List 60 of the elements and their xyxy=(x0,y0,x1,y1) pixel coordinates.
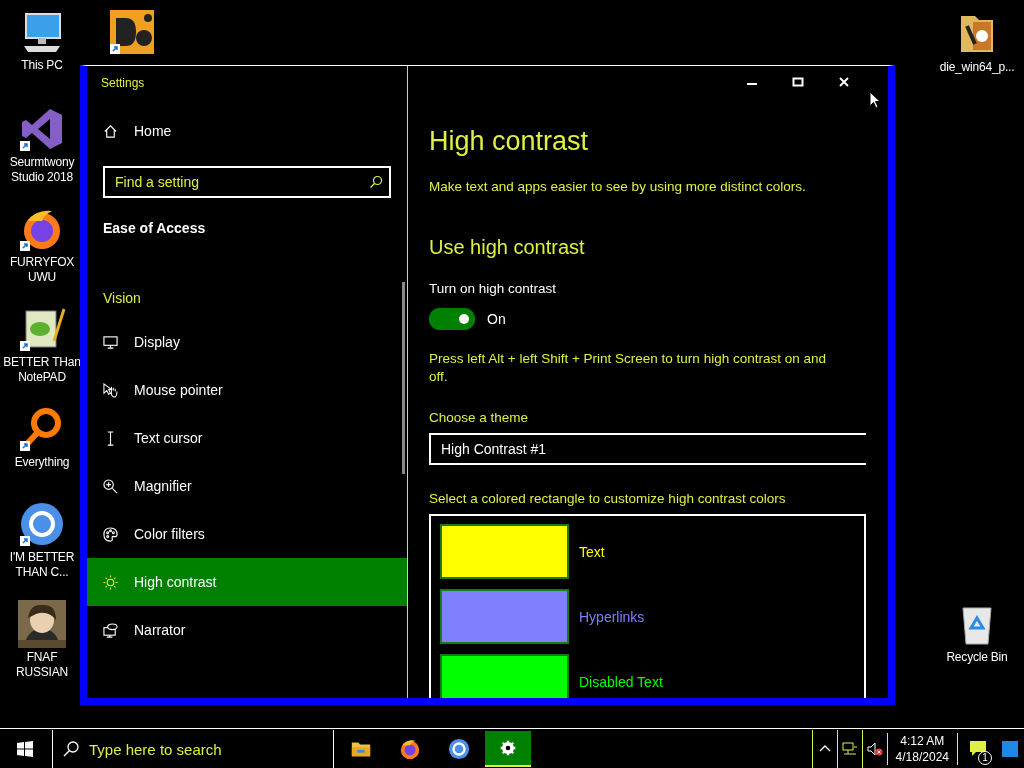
theme-label: Choose a theme xyxy=(429,410,530,425)
search-icon xyxy=(369,175,383,189)
swatch-label: Text xyxy=(579,543,605,560)
swatch-label: Hyperlinks xyxy=(579,608,645,625)
scrollbar[interactable] xyxy=(402,282,405,474)
color-swatch[interactable] xyxy=(440,524,569,579)
notification-icon[interactable] xyxy=(968,739,988,759)
swatch-label: Disabled Text xyxy=(579,673,663,690)
browser-icon xyxy=(448,738,470,760)
close-icon[interactable] xyxy=(838,76,850,88)
icon-label: FURRYFOX UWU xyxy=(8,255,76,285)
pointer-icon xyxy=(869,91,881,109)
search-field[interactable]: Find a setting xyxy=(103,166,391,198)
toggle-state: On xyxy=(487,311,506,327)
hand-pointer-icon xyxy=(103,382,118,398)
icon-label: die_win64_p... xyxy=(939,60,1015,75)
nav-item[interactable]: Text cursor xyxy=(87,414,407,462)
nav-item[interactable]: Narrator xyxy=(87,606,407,654)
toggle-switch[interactable] xyxy=(429,308,475,330)
section-heading: Use high contrast xyxy=(429,236,586,259)
taskbar-search-field[interactable]: Type here to search xyxy=(89,740,333,758)
monitor-icon xyxy=(103,334,118,350)
theme-dropdown[interactable]: High Contrast #1 xyxy=(429,433,866,465)
nav-item[interactable]: Mouse pointer xyxy=(87,366,407,414)
icon-label: Recycle Bin xyxy=(946,650,1008,665)
icon-label: This PC xyxy=(21,58,63,73)
browser-icon xyxy=(399,738,421,760)
nav-item[interactable]: High contrast xyxy=(87,558,407,606)
magnifier-icon xyxy=(103,478,118,494)
description: Make text and apps easier to see by using more distinct colors. xyxy=(429,179,807,194)
search-icon xyxy=(63,741,79,757)
browser-icon[interactable] xyxy=(18,500,66,548)
section-heading: Ease of Access xyxy=(102,219,207,238)
icon-label: I'M BETTER THAN C... xyxy=(8,550,76,580)
start-icon[interactable] xyxy=(17,741,33,757)
toggle-label: Turn on high contrast xyxy=(429,281,558,296)
monitor-speech-icon xyxy=(103,622,118,638)
window-title: Settings xyxy=(100,75,146,92)
home-icon xyxy=(103,123,118,139)
group-heading: Vision xyxy=(102,289,142,308)
notification-count: 1 xyxy=(978,751,992,765)
icon-label: FNAF RUSSIAN xyxy=(15,650,69,680)
app-icon[interactable] xyxy=(108,8,156,56)
shortcut-hint: Press left Alt + left Shift + Print Screen to turn high contrast on and off. xyxy=(429,350,827,386)
color-swatch[interactable] xyxy=(440,589,569,644)
clock-date[interactable]: 4/18/2024 xyxy=(895,749,949,765)
nav-item[interactable]: Magnifier xyxy=(87,462,407,510)
palette-icon xyxy=(103,526,118,542)
page-title: High contrast xyxy=(429,126,590,157)
nav-item[interactable]: Display xyxy=(87,318,407,366)
colors-prompt: Select a colored rectangle to customize high contrast colors xyxy=(429,491,787,506)
clock-time[interactable]: 4:12 AM xyxy=(900,733,945,749)
icon-label: Everything xyxy=(14,455,70,470)
color-swatch[interactable] xyxy=(440,654,569,698)
nav-item[interactable]: Color filters xyxy=(87,510,407,558)
home-link[interactable]: Home xyxy=(87,114,407,148)
icon-label: Seurmtwony Studio 2018 xyxy=(8,155,76,185)
sun-icon xyxy=(103,574,118,590)
icon-label: BETTER THan NotePAD xyxy=(2,355,82,385)
maximize-icon[interactable] xyxy=(792,76,804,88)
